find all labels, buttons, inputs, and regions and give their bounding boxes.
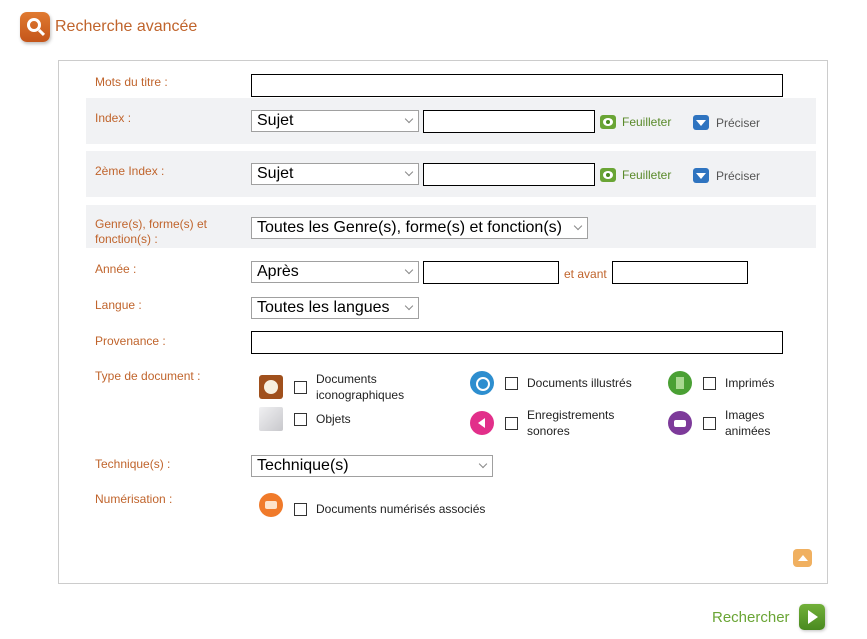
genre-label-line2: fonction(s) :: [95, 232, 158, 246]
illustrated-checkbox[interactable]: [505, 376, 518, 390]
digitized-label: Documents numérisés associés: [316, 502, 486, 516]
dropdown-arrow-icon: [693, 168, 709, 183]
provenance-input[interactable]: [251, 331, 783, 354]
browse-label: Feuilleter: [622, 115, 672, 129]
objects-label: Objets: [316, 412, 351, 426]
technique-select[interactable]: Technique(s): [251, 455, 493, 477]
objects-checkbox[interactable]: [294, 412, 307, 426]
index-select-value: Sujet: [257, 112, 294, 129]
genre-label: Genre(s), forme(s) et fonction(s) :: [95, 217, 207, 247]
technique-select-value: Technique(s): [257, 457, 349, 474]
doc-type-objects[interactable]: Objets: [259, 407, 351, 431]
printed-checkbox[interactable]: [703, 376, 716, 390]
doc-type-movie[interactable]: Images animées: [668, 407, 770, 439]
illustrated-icon: [470, 371, 494, 395]
iconographic-label: Documents iconographiques: [316, 372, 405, 402]
row-index2: 2ème Index : Sujet Feuilleter Préciser: [86, 151, 816, 197]
sound-checkbox[interactable]: [505, 416, 518, 430]
row-language: Langue : Toutes les langues: [86, 293, 816, 321]
index2-select[interactable]: Sujet: [251, 163, 419, 185]
provenance-label: Provenance :: [95, 334, 166, 348]
eye-icon: [600, 115, 616, 129]
genre-label-line1: Genre(s), forme(s) et: [95, 217, 208, 231]
row-doc-type: Type de document : Documents iconographiq…: [86, 365, 816, 445]
printed-label: Imprimés: [725, 376, 775, 390]
movie-label: Images animées: [725, 408, 771, 438]
refine-label: Préciser: [716, 115, 761, 130]
camera-icon: [259, 493, 283, 517]
year-select[interactable]: Après: [251, 261, 419, 283]
index-select[interactable]: Sujet: [251, 110, 419, 132]
year-from-input[interactable]: [423, 261, 559, 284]
genre-select-value: Toutes les Genre(s), forme(s) et fonctio…: [257, 219, 562, 236]
row-genre: Genre(s), forme(s) et fonction(s) : Tout…: [86, 205, 816, 248]
search-logo-icon: [20, 12, 50, 42]
chevron-down-icon: [404, 114, 414, 124]
page-header: Recherche avancée: [20, 12, 197, 42]
language-label: Langue :: [95, 298, 142, 312]
and-before-label: et avant: [564, 267, 607, 281]
dropdown-arrow-icon: [693, 115, 709, 130]
title-input[interactable]: [251, 74, 783, 97]
year-to-input[interactable]: [612, 261, 748, 284]
browse-button[interactable]: Feuilleter: [600, 115, 671, 129]
refine-label: Préciser: [716, 168, 761, 183]
doc-type-iconographic[interactable]: Documents iconographiques: [259, 371, 404, 403]
chevron-down-icon: [404, 301, 414, 311]
chevron-down-icon: [404, 167, 414, 177]
index2-label: 2ème Index :: [95, 164, 165, 178]
sound-icon: [470, 411, 494, 435]
chevron-down-icon: [478, 459, 488, 469]
iconographic-checkbox[interactable]: [294, 380, 307, 394]
scroll-top-button[interactable]: [793, 549, 812, 567]
title-label: Mots du titre :: [95, 75, 168, 89]
language-select[interactable]: Toutes les langues: [251, 297, 419, 319]
doc-type-sound[interactable]: Enregistrements sonores: [470, 407, 614, 439]
search-button[interactable]: Rechercher: [712, 604, 825, 630]
iconographic-icon: [259, 375, 283, 399]
year-label: Année :: [95, 262, 137, 276]
play-arrow-icon: [798, 604, 825, 630]
doc-type-illustrated[interactable]: Documents illustrés: [470, 371, 632, 395]
refine-button-2[interactable]: Préciser: [693, 168, 760, 183]
advanced-search-form: Mots du titre : Index : Sujet Feuilleter…: [58, 60, 828, 584]
browse-button-2[interactable]: Feuilleter: [600, 168, 671, 182]
doc-type-printed[interactable]: Imprimés: [668, 371, 774, 395]
refine-button[interactable]: Préciser: [693, 115, 760, 130]
technique-label: Technique(s) :: [95, 457, 171, 471]
index2-select-value: Sujet: [257, 165, 294, 182]
eye-icon: [600, 168, 616, 182]
movie-checkbox[interactable]: [703, 416, 716, 430]
row-index: Index : Sujet Feuilleter Préciser: [86, 98, 816, 144]
object-icon: [259, 407, 283, 431]
page-title: Recherche avancée: [55, 18, 198, 35]
illustrated-label: Documents illustrés: [527, 376, 632, 390]
digitized-docs-option[interactable]: Documents numérisés associés: [259, 493, 485, 517]
index-input[interactable]: [423, 110, 595, 133]
movie-icon: [668, 411, 692, 435]
chevron-down-icon: [404, 265, 414, 275]
search-label: Rechercher: [712, 608, 790, 626]
row-digitization: Numérisation : Documents numérisés assoc…: [86, 489, 816, 523]
row-title: Mots du titre :: [86, 69, 816, 99]
language-select-value: Toutes les langues: [257, 299, 390, 316]
row-technique: Technique(s) : Technique(s): [86, 453, 816, 483]
sound-label: Enregistrements sonores: [527, 408, 615, 438]
printed-icon: [668, 371, 692, 395]
genre-select[interactable]: Toutes les Genre(s), forme(s) et fonctio…: [251, 217, 588, 239]
index2-input[interactable]: [423, 163, 595, 186]
doc-type-label: Type de document :: [95, 369, 201, 383]
browse-label: Feuilleter: [622, 168, 672, 182]
index-label: Index :: [95, 111, 132, 125]
digitization-label: Numérisation :: [95, 492, 173, 506]
chevron-down-icon: [573, 221, 583, 231]
row-year: Année : Après et avant: [86, 256, 816, 286]
digitized-checkbox[interactable]: [294, 502, 307, 516]
row-provenance: Provenance :: [86, 329, 816, 359]
year-select-value: Après: [257, 263, 299, 280]
